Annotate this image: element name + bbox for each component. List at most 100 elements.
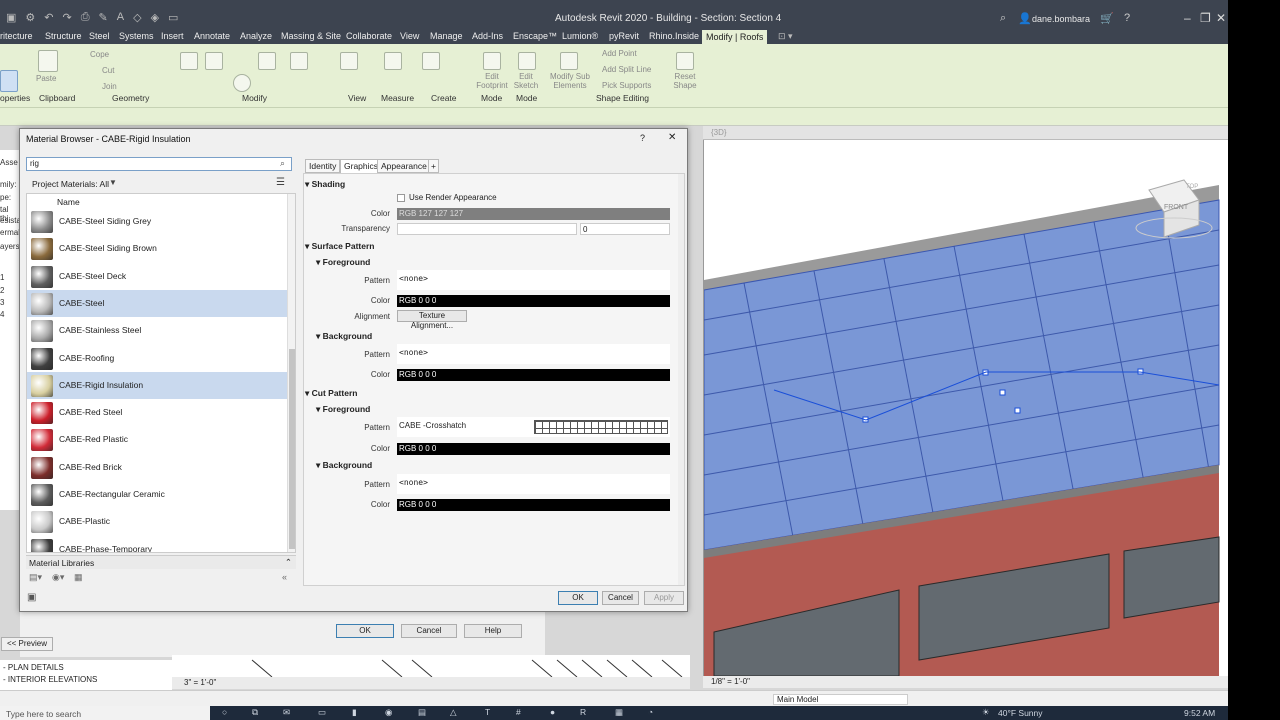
cut-foreground-header[interactable]: ▾ Foreground (316, 404, 370, 415)
tab-add-ins[interactable]: Add-Ins (472, 31, 503, 41)
material-row[interactable]: CABE-Stainless Steel (27, 317, 289, 344)
tab-appearance[interactable]: Appearance (377, 159, 431, 173)
tab-graphics[interactable]: Graphics (340, 159, 383, 173)
material-row[interactable]: CABE-Red Steel (27, 399, 289, 426)
weather-text[interactable]: 40°F Sunny (998, 708, 1043, 718)
model-selector[interactable]: Main Model (773, 694, 908, 705)
redo-icon[interactable]: ↷ (63, 11, 72, 24)
tab-enscape[interactable]: Enscape™ (513, 31, 557, 41)
ribbon-toggle-icon[interactable]: ⊡ ▾ (778, 31, 793, 42)
material-row[interactable]: CABE-Roofing (27, 345, 289, 372)
explorer-icon[interactable]: ▭ (318, 707, 326, 718)
material-row[interactable]: CABE-Steel Siding Brown (27, 235, 289, 262)
list-view-icon[interactable]: ☰ (276, 177, 285, 188)
measure-icon[interactable] (384, 52, 402, 70)
surface-foreground-header[interactable]: ▾ Foreground (316, 257, 370, 268)
edit-sketch-icon[interactable] (518, 52, 536, 70)
material-row[interactable]: CABE-Steel Deck (27, 263, 289, 290)
close-icon[interactable]: ✕ (1216, 11, 1226, 25)
sub-cancel-button[interactable]: Cancel (401, 624, 457, 638)
tab-view[interactable]: View (400, 31, 419, 41)
user-name[interactable]: dane.bombara (1032, 14, 1090, 24)
measure-icon[interactable]: ✎ (99, 11, 108, 24)
array-icon[interactable] (290, 52, 308, 70)
slack-icon[interactable]: # (516, 707, 521, 717)
properties-icon[interactable] (0, 70, 18, 92)
tab-manage[interactable]: Manage (430, 31, 463, 41)
paint-icon[interactable] (340, 52, 358, 70)
tab-massing-site[interactable]: Massing & Site (281, 31, 341, 41)
project-materials-filter[interactable]: Project Materials: All (32, 179, 109, 189)
help-icon[interactable]: ? (1124, 12, 1130, 24)
search-help-icon[interactable]: ⌕ (1000, 12, 1006, 25)
print-icon[interactable]: ⎙ (81, 11, 90, 24)
task-view-icon[interactable]: ⧉ (252, 707, 258, 718)
filter-icon[interactable]: ▼ (109, 178, 117, 187)
add-asset-tab[interactable]: + (428, 159, 439, 173)
align-icon[interactable] (180, 52, 198, 70)
cancel-button[interactable]: Cancel (602, 591, 639, 605)
cut-background-header[interactable]: ▾ Background (316, 460, 372, 471)
tab-pyrevit[interactable]: pyRevit (609, 31, 639, 41)
sticky-icon[interactable]: ▮ (352, 707, 357, 718)
surface-background-header[interactable]: ▾ Background (316, 331, 372, 342)
library-grid-icon[interactable]: ▦ (74, 572, 83, 583)
open-icon[interactable]: ▣ (6, 11, 16, 24)
tab-identity[interactable]: Identity (305, 159, 341, 173)
tab-modify-roofs[interactable]: Modify | Roofs (702, 30, 768, 44)
reset-shape-icon[interactable] (676, 52, 694, 70)
material-row[interactable]: CABE-Steel Siding Grey (27, 208, 289, 235)
tab-analyze[interactable]: Analyze (240, 31, 272, 41)
minimize-icon[interactable]: – (1184, 11, 1191, 25)
shading-color-swatch[interactable]: RGB 127 127 127 (397, 208, 670, 220)
join-button[interactable]: Join (102, 82, 117, 91)
cope-button[interactable]: Cope (90, 50, 109, 59)
create-assembly-icon[interactable] (422, 52, 440, 70)
surface-bg-color-swatch[interactable]: RGB 0 0 0 (397, 369, 670, 381)
view-3d[interactable]: FRONT TOP (703, 140, 1228, 676)
surface-fg-pattern-field[interactable]: <none> (397, 270, 670, 290)
sub-ok-button[interactable]: OK (336, 624, 394, 638)
spotify-icon[interactable]: ● (550, 707, 555, 717)
tab-insert[interactable]: Insert (161, 31, 184, 41)
surface-pattern-header[interactable]: ▾ Surface Pattern (305, 241, 374, 252)
surface-bg-pattern-field[interactable]: <none> (397, 344, 670, 364)
section-view[interactable] (172, 655, 690, 677)
surface-fg-color-swatch[interactable]: RGB 0 0 0 (397, 295, 670, 307)
reset-shape-button[interactable]: Reset Shape (670, 72, 700, 90)
preview-button[interactable]: << Preview (1, 637, 53, 651)
graphics-scrollbar[interactable] (678, 174, 684, 585)
texture-alignment-button[interactable]: Texture Alignment... (397, 310, 467, 330)
sub-help-button[interactable]: Help (464, 624, 522, 638)
view-3d-tab-label[interactable]: {3D} (711, 128, 727, 137)
dialog-close-button[interactable]: ✕ (668, 132, 676, 143)
restore-icon[interactable]: ❐ (1200, 11, 1211, 25)
text-icon[interactable]: A (117, 11, 124, 24)
offset-icon[interactable] (205, 52, 223, 70)
tab-architecture[interactable]: ritecture (0, 31, 33, 41)
transparency-slider[interactable] (397, 223, 577, 235)
cut-bg-pattern-field[interactable]: <none> (397, 474, 670, 494)
cut-fg-color-swatch[interactable]: RGB 0 0 0 (397, 443, 670, 455)
section-scale[interactable]: 3" = 1'-0" (184, 678, 216, 687)
save-icon[interactable]: ⚙ (25, 11, 35, 24)
list-scrollbar[interactable] (287, 194, 295, 552)
collapse-panel-icon[interactable]: « (282, 572, 287, 582)
cortana-icon[interactable]: ○ (222, 707, 227, 717)
pick-supports-button[interactable]: Pick Supports (602, 81, 651, 90)
material-row[interactable]: CABE-Rectangular Ceramic (27, 481, 289, 508)
tab-structure[interactable]: Structure (45, 31, 82, 41)
tab-steel[interactable]: Steel (89, 31, 110, 41)
edit-sketch-button[interactable]: Edit Sketch (510, 72, 542, 90)
trim-icon[interactable] (258, 52, 276, 70)
drive-icon[interactable]: △ (450, 707, 457, 718)
add-point-button[interactable]: Add Point (602, 49, 637, 58)
library-open-icon[interactable]: ▤▾ (29, 572, 42, 583)
edit-footprint-button[interactable]: Edit Footprint (476, 72, 508, 90)
ok-button[interactable]: OK (558, 591, 598, 605)
revit-icon[interactable]: R (580, 707, 586, 717)
search-input[interactable]: rig (26, 157, 292, 171)
material-row[interactable]: CABE-Red Plastic (27, 426, 289, 453)
dialog-help-button[interactable]: ? (640, 133, 645, 143)
section-icon[interactable]: ◈ (151, 11, 159, 24)
